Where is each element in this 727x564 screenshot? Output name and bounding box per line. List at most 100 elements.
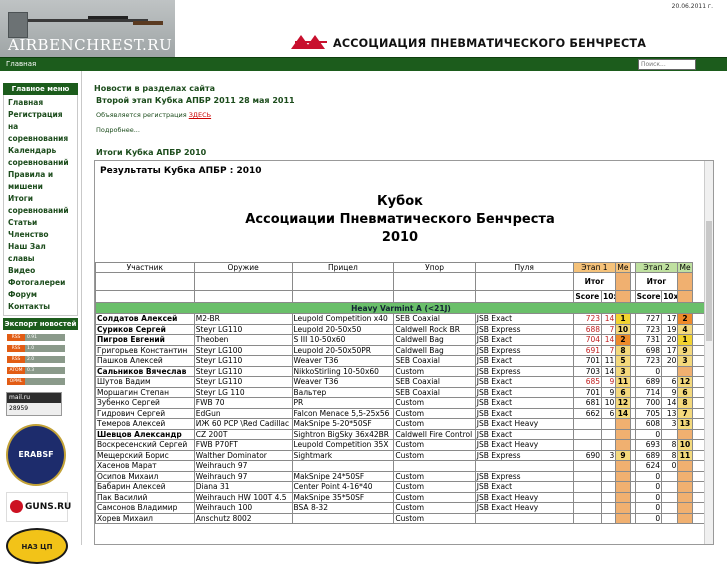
stage2-score: 624 (634, 460, 663, 472)
stage2-score: 0 (634, 512, 663, 524)
stage2-tenx (661, 481, 679, 493)
nav-home-link[interactable]: Главная (6, 60, 36, 68)
stage1-place: 1 (615, 313, 631, 325)
participant-name: Самсонов Владимир (95, 502, 195, 514)
rest-cell: Caldwell Bag (393, 344, 476, 356)
stage1-score: 723 (572, 313, 603, 325)
results-table: Участник Оружие Прицел Упор Пуля Этап 1 Ме Этап… (95, 262, 708, 524)
rss-feed-link[interactable]: RSS 1.0 (7, 343, 78, 353)
rss-feed-link[interactable]: OPML (7, 376, 78, 386)
stage2-place: 11 (677, 449, 693, 461)
feed-type-label: RSS (7, 355, 25, 363)
erabsf-badge[interactable]: ERABSF (6, 424, 81, 486)
stage2-tenx: 8 (661, 439, 679, 451)
sidebar-item[interactable]: Статьи (8, 217, 73, 229)
stage1-tenx (601, 481, 617, 493)
stage1-place (615, 502, 631, 514)
bullet-cell (474, 512, 574, 524)
search-input[interactable] (638, 59, 696, 70)
column-header: Ме (677, 262, 693, 273)
table-row: Пак Василий Weihrauch HW 100T 4.5 MakSnipe… (95, 491, 708, 503)
weapon-cell: Weihrauch 100 (193, 502, 293, 514)
participant-name: Пак Василий (95, 491, 195, 503)
sidebar-item[interactable]: Видео (8, 265, 73, 277)
bullet-cell: JSB Exact (474, 397, 574, 409)
scope-cell: Center Point 4-16*40 (291, 481, 395, 493)
feed-version-label: 1.0 (25, 344, 65, 352)
header-cell (95, 290, 195, 303)
stage1-score: 704 (572, 334, 603, 346)
site-logo[interactable]: AIRBENCHREST.RU (0, 0, 175, 57)
scope-cell: BSA 8-32 (291, 502, 395, 514)
feed-type-label: RSS (7, 344, 25, 352)
stage2-score: 723 (634, 323, 663, 335)
stage2-place (677, 502, 693, 514)
scope-cell: Weaver T36 (291, 355, 395, 367)
rss-feed-link[interactable]: RSS 2.0 (7, 354, 78, 364)
stage1-score: 690 (572, 449, 603, 461)
header-cell (615, 290, 631, 303)
feed-version-label: 0.3 (25, 366, 65, 374)
stage1-score (572, 460, 603, 472)
rss-feed-link[interactable]: ATOM 0.3 (7, 365, 78, 375)
stage1-tenx (601, 428, 617, 440)
gunsru-badge[interactable]: GUNS.RU (6, 492, 81, 522)
sidebar-item[interactable]: Наш Зал славы (8, 241, 73, 265)
feed-type-label: OPML (7, 377, 25, 385)
rest-cell: SEB Coaxial (393, 355, 476, 367)
mailru-counter[interactable]: mail.ru 28959 (6, 392, 62, 416)
participant-name: Бабарин Алексей (95, 481, 195, 493)
stage1-score: 688 (572, 323, 603, 335)
stage2-tenx: 20 (661, 334, 679, 346)
participant-name: Хорев Михаил (95, 512, 195, 524)
site-header: AIRBENCHREST.RU 20.06.2011 г. АССОЦИАЦИЯ… (0, 0, 727, 57)
stage1-tenx (601, 512, 617, 524)
header-cell (677, 272, 693, 291)
top-navbar: Главная (0, 57, 727, 71)
nazgun-badge[interactable]: НАЗ ЦП (6, 528, 81, 564)
stage2-tenx: 20 (661, 355, 679, 367)
table-row: Самсонов Владимир Weihrauch 100 BSA 8-32 Cu… (95, 502, 708, 514)
sidebar-item[interactable]: Регистрация на соревнования (8, 109, 73, 145)
sidebar-item[interactable]: Фотогалереи (8, 277, 73, 289)
bullet-cell: JSB Exact Heavy (474, 502, 574, 514)
read-more-link[interactable]: Подробнее... (96, 126, 720, 134)
sidebar-item[interactable]: Правила и мишени (8, 169, 73, 193)
sidebar-item[interactable]: Итоги соревнований (8, 193, 73, 217)
bullet-cell: JSB Exact Heavy (474, 439, 574, 451)
participant-name: Мещерский Борис (95, 449, 195, 461)
sidebar-item[interactable]: Главная (8, 97, 73, 109)
stage1-tenx: 10 (601, 397, 617, 409)
stage1-place: 5 (615, 355, 631, 367)
participant-name: Сальников Вячеслав (95, 365, 195, 377)
stage1-tenx: 9 (601, 386, 617, 398)
sidebar-item[interactable]: Форум (8, 289, 73, 301)
rss-feed-link[interactable]: RSS 0.91 (7, 332, 78, 342)
results-frame[interactable]: Результаты Кубка АПБР : 2010 Кубок Ассоц… (94, 160, 714, 545)
column-header: Упор (393, 262, 476, 273)
scope-cell: Weaver T36 (291, 376, 395, 388)
feed-type-label: ATOM (7, 366, 25, 374)
bullet-cell: JSB Exact (474, 376, 574, 388)
rest-cell: Custom (393, 407, 476, 419)
scrollbar-thumb[interactable] (706, 221, 712, 341)
header-cell (474, 290, 574, 303)
scope-cell: Sightron BigSky 36x42BR (291, 428, 395, 440)
weapon-cell: FWB 70 (193, 397, 293, 409)
registration-link[interactable]: ЗДЕСЬ (189, 111, 211, 119)
results-scrollbar[interactable] (704, 161, 713, 544)
class-name: Heavy Varmint A (<21J) (95, 302, 707, 314)
table-header-row: Score10xScore10x (95, 290, 707, 303)
sidebar-item[interactable]: Членство (8, 229, 73, 241)
cup-line-1: Кубок (377, 194, 423, 209)
class-row: Heavy Varmint A (<21J) (95, 302, 707, 314)
stage2-score: 0 (634, 470, 663, 482)
sidebar-item[interactable]: Календарь соревнований (8, 145, 73, 169)
stage2-place: 2 (677, 313, 693, 325)
weapon-cell: Steyr LG110 (193, 323, 293, 335)
participant-name: Хасенов Марат (95, 460, 195, 472)
stage1-score (572, 502, 603, 514)
table-header-row: Участник Оружие Прицел Упор Пуля Этап 1 Ме Этап… (95, 262, 707, 273)
news-title[interactable]: Второй этап Кубка АПБР 2011 28 мая 2011 (96, 96, 720, 105)
sidebar-item[interactable]: Контакты (8, 301, 73, 313)
